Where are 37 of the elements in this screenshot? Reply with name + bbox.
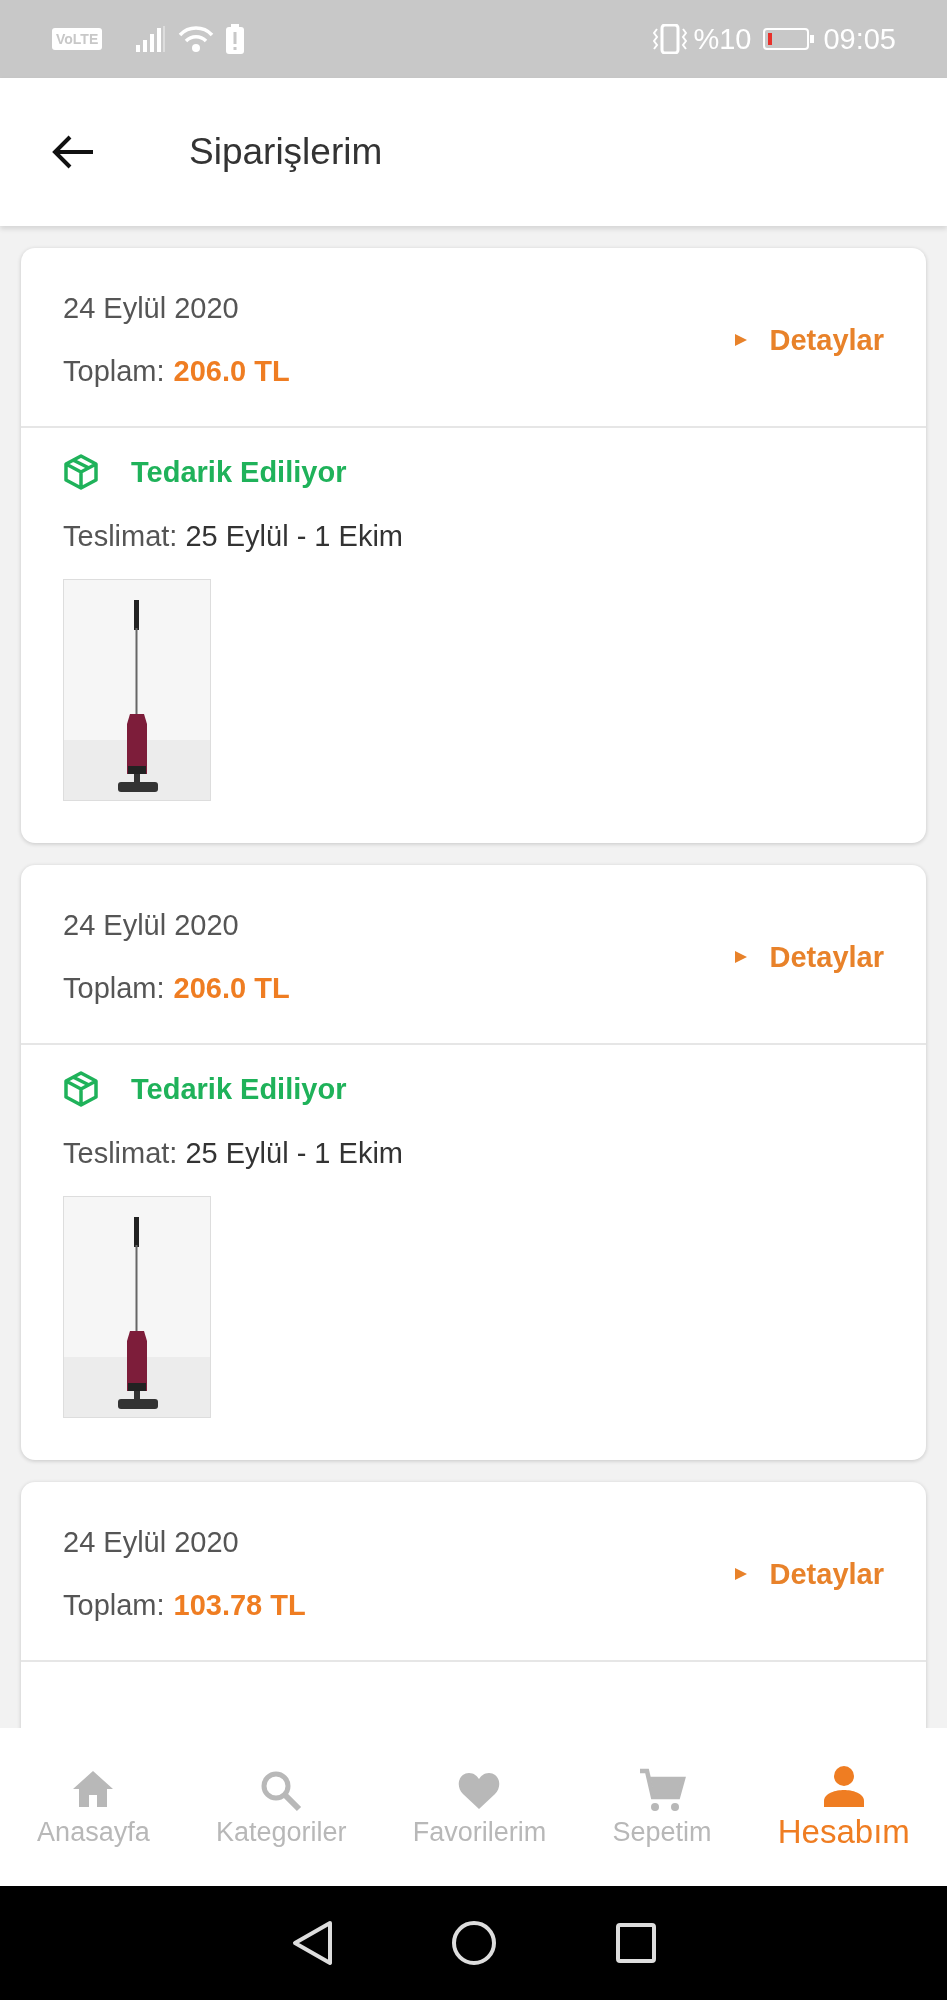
delivery-label: Teslimat: xyxy=(63,1137,178,1169)
nav-tab[interactable]: Hesabım xyxy=(777,1763,910,1851)
vibrate-icon xyxy=(653,24,688,54)
nav-tab[interactable]: Sepetim xyxy=(612,1766,712,1848)
screen-title: Siparişlerim xyxy=(189,131,383,173)
play-icon xyxy=(733,950,748,964)
details-link[interactable]: Detaylar xyxy=(733,323,884,357)
home-circle-icon xyxy=(449,1919,498,1967)
nav-tab[interactable]: Anasayfa xyxy=(37,1766,150,1848)
play-icon xyxy=(733,1567,748,1581)
recents-square-icon xyxy=(613,1921,658,1965)
order-date: 24 Eylül 2020 xyxy=(63,909,240,942)
total-amount: 206.0 TL xyxy=(173,355,290,387)
box-icon xyxy=(63,1071,99,1107)
details-link[interactable]: Detaylar xyxy=(733,1557,884,1591)
cart-icon xyxy=(638,1766,686,1813)
alert-battery-icon xyxy=(226,24,245,54)
total-label: Toplam: xyxy=(63,972,165,1004)
details-link[interactable]: Detaylar xyxy=(733,940,884,974)
order-status: Tedarik Ediliyor xyxy=(131,455,347,489)
total-amount: 103.78 TL xyxy=(173,1589,306,1621)
play-icon xyxy=(733,333,748,347)
order-date: 24 Eylül 2020 xyxy=(63,292,240,325)
back-button[interactable] xyxy=(51,134,95,170)
total-amount: 206.0 TL xyxy=(173,972,290,1004)
order-date: 24 Eylül 2020 xyxy=(63,1526,240,1559)
box-icon xyxy=(63,454,99,490)
order-status: Tedarik Ediliyor xyxy=(131,1072,347,1106)
signal-icon xyxy=(136,26,167,52)
total-label: Toplam: xyxy=(63,355,165,387)
delivery-dates: 25 Eylül - 1 Ekim xyxy=(185,520,403,552)
nav-tab[interactable]: Favorilerim xyxy=(412,1766,547,1848)
total-label: Toplam: xyxy=(63,1589,165,1621)
delivery-label: Teslimat: xyxy=(63,520,178,552)
wifi-icon xyxy=(178,25,215,53)
delivery-dates: 25 Eylül - 1 Ekim xyxy=(185,1137,403,1169)
nav-tab[interactable]: Kategoriler xyxy=(215,1766,347,1848)
